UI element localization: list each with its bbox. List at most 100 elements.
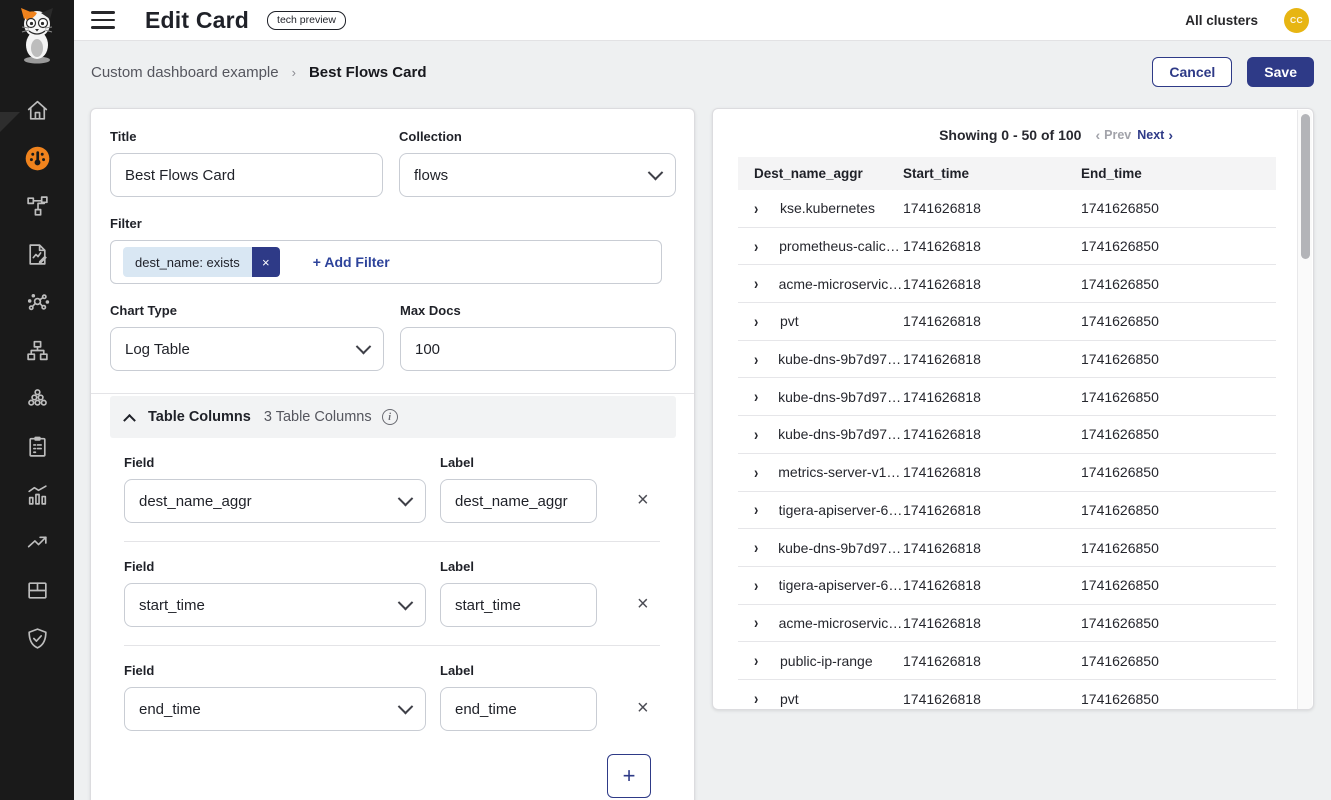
column-header-start-time[interactable]: Start_time: [903, 166, 1081, 181]
expand-row-icon[interactable]: ›: [754, 426, 778, 442]
field-label: Field: [124, 455, 426, 470]
start-time-cell: 1741626818: [903, 502, 1081, 518]
table-columns-section-header[interactable]: Table Columns 3 Table Columns i: [110, 396, 676, 438]
start-time-cell: 1741626818: [903, 238, 1081, 254]
expand-row-icon[interactable]: ›: [754, 464, 778, 480]
sidebar-item-trends[interactable]: [13, 518, 61, 566]
title-input[interactable]: [110, 153, 383, 197]
expand-row-icon[interactable]: ›: [754, 577, 779, 593]
remove-column-icon[interactable]: ×: [637, 490, 649, 510]
chart-stats-icon: [25, 482, 50, 507]
table-row[interactable]: ›kse.kubernetes 1741626818 1741626850: [738, 190, 1276, 228]
sidebar-item-logs[interactable]: [13, 230, 61, 278]
table-row[interactable]: ›tigera-apiserver-6b… 1741626818 1741626…: [738, 567, 1276, 605]
table-row[interactable]: ›kube-dns-9b7d977f… 1741626818 174162685…: [738, 416, 1276, 454]
info-icon[interactable]: i: [382, 409, 398, 425]
expand-row-icon[interactable]: ›: [754, 615, 779, 631]
scrollbar-thumb[interactable]: [1301, 114, 1310, 259]
end-time-cell: 1741626850: [1081, 351, 1276, 367]
field-select[interactable]: end_time: [124, 687, 426, 731]
table-row[interactable]: ›pvt 1741626818 1741626850: [738, 680, 1276, 710]
remove-column-icon[interactable]: ×: [637, 594, 649, 614]
end-time-cell: 1741626850: [1081, 502, 1276, 518]
label-input[interactable]: [440, 687, 597, 731]
dest-name-cell: prometheus-calico…: [779, 238, 903, 254]
remove-column-icon[interactable]: ×: [637, 698, 649, 718]
table-row[interactable]: ›metrics-server-v1.3… 1741626818 1741626…: [738, 454, 1276, 492]
table-column-row: Field dest_name_aggr Label ×: [110, 455, 676, 523]
filter-chip-text: dest_name: exists: [123, 247, 252, 277]
trend-arrow-icon: [25, 530, 50, 555]
table-row[interactable]: ›pvt 1741626818 1741626850: [738, 303, 1276, 341]
cluster-selector[interactable]: All clusters: [1185, 13, 1258, 28]
dest-name-cell: tigera-apiserver-6b…: [779, 502, 903, 518]
expand-row-icon[interactable]: ›: [754, 653, 780, 669]
breadcrumb: Custom dashboard example › Best Flows Ca…: [91, 64, 426, 81]
breadcrumb-parent[interactable]: Custom dashboard example: [91, 64, 279, 81]
expand-row-icon[interactable]: ›: [754, 691, 780, 707]
expand-row-icon[interactable]: ›: [754, 313, 780, 329]
chart-type-select[interactable]: Log Table: [110, 327, 384, 371]
sidebar-item-threat-feeds[interactable]: [13, 278, 61, 326]
max-docs-input[interactable]: [400, 327, 676, 371]
sidebar-item-packages[interactable]: [13, 566, 61, 614]
column-header-end-time[interactable]: End_time: [1081, 166, 1276, 181]
end-time-cell: 1741626850: [1081, 540, 1276, 556]
chart-type-label: Chart Type: [110, 303, 384, 318]
table-row[interactable]: ›prometheus-calico… 1741626818 174162685…: [738, 228, 1276, 266]
user-avatar[interactable]: CC: [1284, 8, 1309, 33]
field-value: end_time: [139, 701, 201, 718]
label-input[interactable]: [440, 479, 597, 523]
expand-row-icon[interactable]: ›: [754, 351, 778, 367]
expand-row-icon[interactable]: ›: [754, 502, 779, 518]
table-row[interactable]: ›kube-dns-9b7d977f… 1741626818 174162685…: [738, 378, 1276, 416]
table-row[interactable]: ›acme-microservice… 1741626818 174162685…: [738, 265, 1276, 303]
column-header-dest-name-aggr[interactable]: Dest_name_aggr: [738, 166, 903, 181]
sidebar-item-dashboards[interactable]: [13, 134, 61, 182]
sidebar-item-statistics[interactable]: [13, 470, 61, 518]
filter-input-box[interactable]: dest_name: exists × + Add Filter: [110, 240, 662, 284]
sidebar-item-compliance-reports[interactable]: [13, 422, 61, 470]
breadcrumb-separator-icon: ›: [292, 65, 296, 80]
expand-row-icon[interactable]: ›: [754, 389, 778, 405]
add-filter-link[interactable]: + Add Filter: [313, 254, 390, 270]
calico-cat-logo[interactable]: [0, 0, 74, 72]
end-time-cell: 1741626850: [1081, 276, 1276, 292]
start-time-cell: 1741626818: [903, 464, 1081, 480]
expand-row-icon[interactable]: ›: [754, 276, 779, 292]
add-column-button[interactable]: +: [607, 754, 651, 798]
table-row[interactable]: ›acme-microservice… 1741626818 174162685…: [738, 605, 1276, 643]
collection-select[interactable]: flows: [399, 153, 676, 197]
label-input[interactable]: [440, 583, 597, 627]
field-select[interactable]: dest_name_aggr: [124, 479, 426, 523]
table-row[interactable]: ›tigera-apiserver-6b… 1741626818 1741626…: [738, 492, 1276, 530]
sidebar-item-service-graph[interactable]: [13, 182, 61, 230]
end-time-cell: 1741626850: [1081, 313, 1276, 329]
breadcrumb-current: Best Flows Card: [309, 64, 427, 81]
next-page-button[interactable]: Next ›: [1137, 128, 1173, 142]
table-row[interactable]: ›kube-dns-9b7d977f… 1741626818 174162685…: [738, 341, 1276, 379]
prev-page-button[interactable]: ‹ Prev: [1095, 128, 1131, 142]
service-graph-icon: [25, 194, 50, 219]
menu-toggle-button[interactable]: [91, 11, 115, 29]
sidebar-item-clusters[interactable]: [13, 374, 61, 422]
start-time-cell: 1741626818: [903, 577, 1081, 593]
chevron-down-icon: [648, 164, 664, 180]
table-row[interactable]: ›kube-dns-9b7d977f… 1741626818 174162685…: [738, 529, 1276, 567]
sidebar-item-home[interactable]: [13, 86, 61, 134]
filter-chip-remove-icon[interactable]: ×: [252, 247, 280, 277]
end-time-cell: 1741626850: [1081, 615, 1276, 631]
expand-row-icon[interactable]: ›: [754, 200, 780, 216]
dest-name-cell: acme-microservice…: [779, 276, 903, 292]
sidebar-item-security-policies[interactable]: [13, 614, 61, 662]
end-time-cell: 1741626850: [1081, 653, 1276, 669]
expand-row-icon[interactable]: ›: [754, 540, 778, 556]
table-row[interactable]: ›public-ip-range 1741626818 1741626850: [738, 642, 1276, 680]
save-button[interactable]: Save: [1247, 57, 1314, 87]
tech-preview-badge: tech preview: [267, 11, 346, 30]
field-select[interactable]: start_time: [124, 583, 426, 627]
expand-row-icon[interactable]: ›: [754, 238, 779, 254]
filter-label: Filter: [110, 216, 676, 231]
sidebar-item-network-topology[interactable]: [13, 326, 61, 374]
cancel-button[interactable]: Cancel: [1152, 57, 1232, 87]
